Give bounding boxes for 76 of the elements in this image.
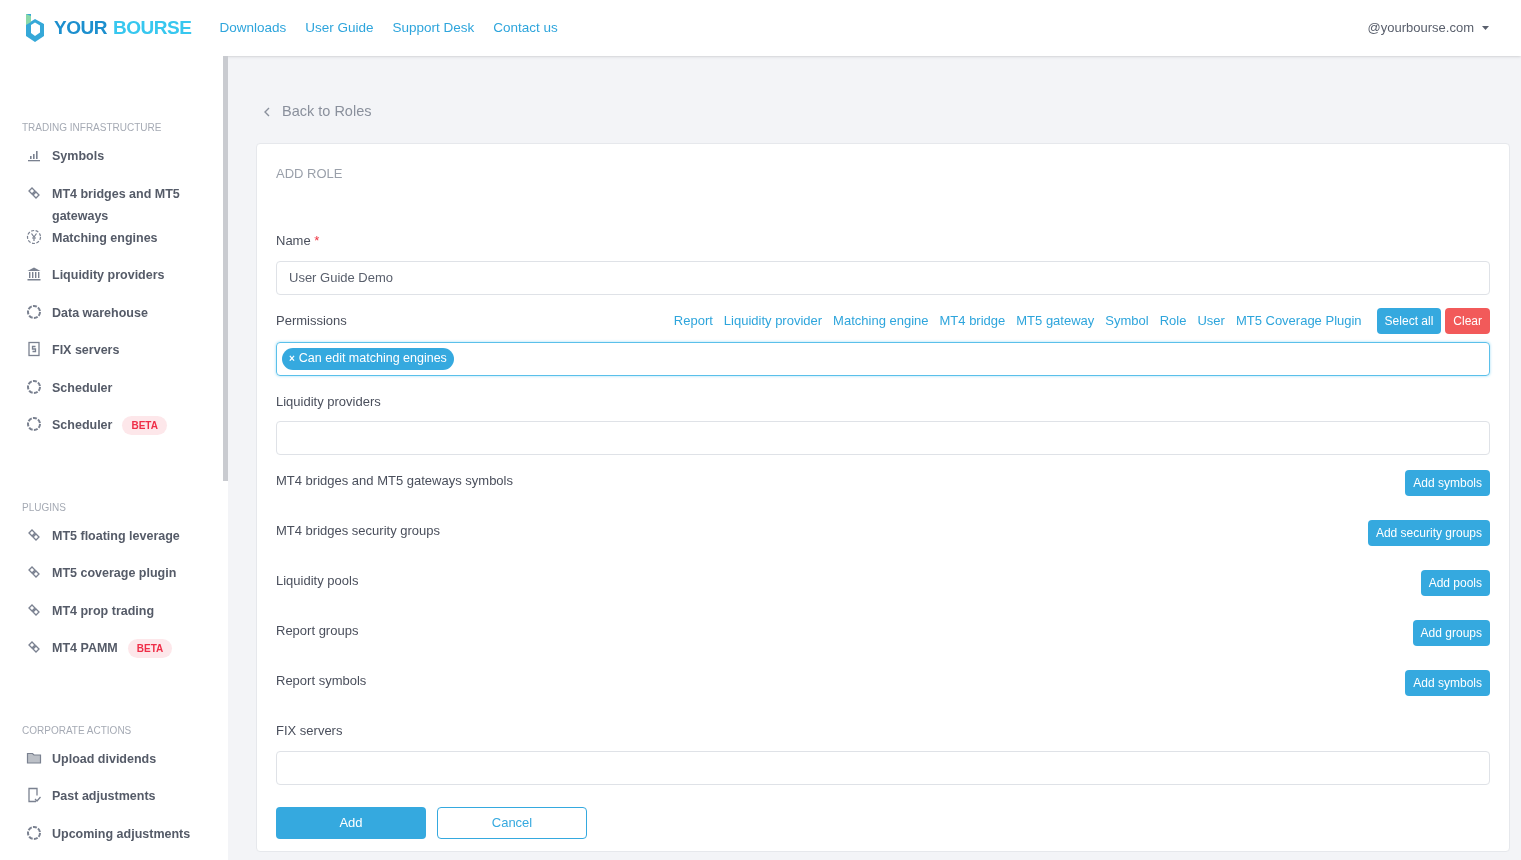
ring-icon [26, 416, 42, 432]
sidebar-item[interactable]: Matching engines [52, 226, 158, 249]
permission-filter-link[interactable]: MT5 Coverage Plugin [1235, 311, 1362, 331]
section-heading: TRADING INFRASTRUCTURE [22, 121, 163, 135]
logo-icon [24, 13, 46, 43]
bank-icon [26, 266, 42, 282]
beta-badge: BETA [127, 639, 173, 658]
field-label: MT4 bridges security groups [276, 522, 440, 541]
add-button[interactable]: Add [276, 806, 426, 839]
yen-coin-icon [26, 228, 42, 245]
field-label: Liquidity pools [276, 572, 359, 591]
sidebar-item[interactable]: MT4 prop trading [52, 599, 155, 622]
logo-text: YOUR [54, 15, 107, 40]
document-icon [26, 341, 42, 357]
field-label: Report symbols [276, 672, 367, 691]
remove-mark[interactable]: × [289, 351, 295, 367]
field-label: Report groups [276, 622, 359, 641]
sidebar-item[interactable]: Data warehouse [52, 301, 148, 324]
permission-filter-link[interactable]: MT5 gateway [1016, 311, 1095, 331]
field-label: Liquidity providers [276, 392, 382, 411]
section-heading: PLUGINS [22, 500, 67, 515]
sidebar-item[interactable]: MT4 bridges and MT5 gateways [52, 182, 216, 227]
add-button[interactable]: Add symbols [1405, 470, 1490, 497]
permission-tag: × Can edit matching engines [282, 347, 454, 370]
add-button[interactable]: Add symbols [1405, 670, 1490, 697]
sidebar-item[interactable]: Scheduler [52, 376, 113, 399]
back-link[interactable]: Back to Roles [264, 101, 1510, 123]
field-label: Name [276, 233, 311, 249]
clear-button[interactable]: Clear [1445, 307, 1490, 334]
input-field[interactable] [276, 421, 1490, 456]
permission-filter-link[interactable]: Liquidity provider [723, 311, 823, 331]
ring-icon [26, 303, 42, 320]
permission-filter-link[interactable]: Role [1159, 311, 1187, 331]
permission-filter-link[interactable]: Symbol [1105, 311, 1149, 331]
sidebar-item[interactable]: MT4 PAMM [52, 637, 118, 659]
caret-icon [1482, 26, 1489, 30]
permissions-field[interactable]: × Can edit matching engines [276, 341, 1490, 376]
field-label: Permissions [276, 312, 348, 330]
sidebar-item[interactable]: Past adjustments [52, 785, 156, 807]
add-button[interactable]: Add pools [1420, 570, 1490, 597]
ring-icon [26, 824, 42, 841]
sidebar-item[interactable]: Liquidity providers [52, 264, 165, 286]
name-field[interactable]: User Guide Demo [276, 260, 1490, 295]
field-label: FIX servers [276, 722, 344, 741]
nav-link[interactable]: User Guide [305, 17, 374, 39]
link-icon [26, 564, 42, 580]
card-title: ADD ROLE [276, 164, 344, 183]
sidebar-item[interactable]: Symbols [52, 145, 105, 167]
cancel-button[interactable]: Cancel [437, 806, 587, 839]
permission-filter-link[interactable]: MT4 bridge [939, 311, 1006, 331]
field-label: MT4 bridges and MT5 gateways symbols [276, 472, 513, 491]
add-button[interactable]: Add security groups [1367, 520, 1490, 547]
nav-link[interactable]: Support Desk [392, 17, 475, 39]
account-menu[interactable]: @yourbourse.com [1367, 18, 1474, 38]
logo-text: BOURSE [113, 15, 192, 40]
sidebar-item[interactable]: Scheduler [52, 414, 113, 436]
sidebar-item[interactable]: Upcoming adjustments [52, 822, 191, 845]
ring-icon [26, 378, 42, 395]
sidebar-item[interactable]: FIX servers [52, 339, 120, 361]
link-icon [26, 639, 42, 655]
permission-filter-link[interactable]: Matching engine [833, 311, 929, 331]
section-heading: CORPORATE ACTIONS [22, 723, 133, 738]
document-check-icon [26, 787, 42, 803]
permission-filter-link[interactable]: Report [673, 311, 713, 331]
sidebar-item[interactable]: MT5 coverage plugin [52, 562, 177, 584]
input-field[interactable] [276, 750, 1490, 785]
add-button[interactable]: Add groups [1412, 620, 1490, 647]
permission-filter-link[interactable]: User [1197, 311, 1225, 331]
beta-badge: BETA [122, 416, 167, 435]
sidebar-item[interactable]: MT5 floating leverage [52, 524, 180, 547]
chevron-left-icon [264, 106, 270, 117]
sidebar-item[interactable]: Upload dividends [52, 747, 157, 770]
required-mark: * [314, 233, 320, 249]
select-all-button[interactable]: Select all [1376, 307, 1442, 334]
nav-link[interactable]: Contact us [493, 17, 558, 39]
nav-link[interactable]: Downloads [219, 17, 287, 39]
